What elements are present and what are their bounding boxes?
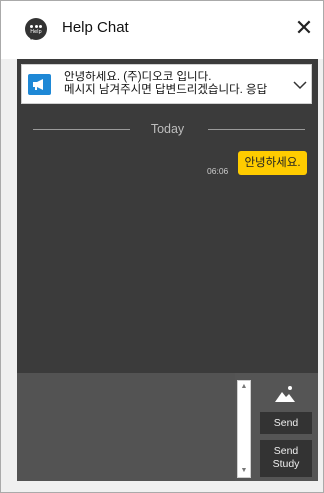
scroll-down-icon[interactable]: ▼ <box>238 466 250 476</box>
window-title: Help Chat <box>62 19 129 36</box>
send-study-button[interactable]: Send Study <box>260 440 312 477</box>
chevron-down-icon[interactable] <box>291 77 309 93</box>
close-button[interactable]: ✕ <box>293 16 315 40</box>
help-chat-app-icon: Help <box>25 18 47 40</box>
send-study-label-line-2: Study <box>272 458 300 470</box>
help-chat-window: Help Help Chat ✕ 안녕하세요. (주)디오코 입니다. 메시지 … <box>0 0 324 493</box>
composer: ▲ ▼ Send Send Study <box>17 373 318 481</box>
notice-line-1: 안녕하세요. (주)디오코 입니다. <box>64 71 212 83</box>
input-scrollbar[interactable]: ▲ ▼ <box>237 380 251 478</box>
notice-text: 안녕하세요. (주)디오코 입니다. 메시지 남겨주시면 답변드리겠습니다. 응… <box>64 71 288 97</box>
notice-line-2: 메시지 남겨주시면 답변드리겠습니다. 응답 <box>64 84 268 96</box>
send-study-label-line-1: Send <box>273 445 299 457</box>
message-bubble: 안녕하세요. <box>238 151 307 175</box>
date-divider-line-right <box>208 129 305 130</box>
chat-message-area[interactable]: 안녕하세요. (주)디오코 입니다. 메시지 남겨주시면 답변드리겠습니다. 응… <box>17 59 318 373</box>
image-icon[interactable] <box>274 384 296 404</box>
title-bar: Help Help Chat ✕ <box>1 1 323 59</box>
message-timestamp: 06:06 <box>207 166 229 176</box>
send-button[interactable]: Send <box>260 412 312 434</box>
close-icon: ✕ <box>294 15 314 40</box>
megaphone-icon <box>28 74 51 95</box>
message-input[interactable] <box>17 373 235 481</box>
notice-banner[interactable]: 안녕하세요. (주)디오코 입니다. 메시지 남겨주시면 답변드리겠습니다. 응… <box>21 64 312 104</box>
scroll-up-icon[interactable]: ▲ <box>238 382 250 392</box>
